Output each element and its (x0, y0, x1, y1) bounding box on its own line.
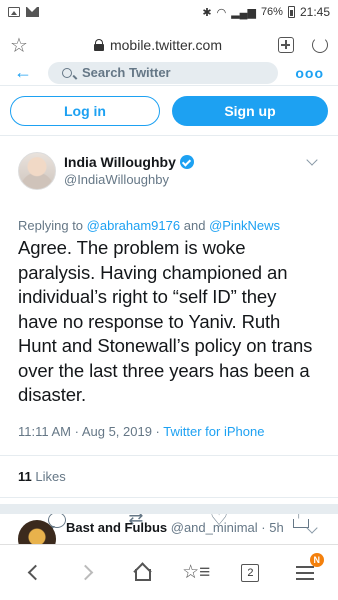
author-name-row[interactable]: India Willoughby (64, 154, 194, 170)
tweet-meta: 11:11 AM · Aug 5, 2019 · Twitter for iPh… (18, 424, 320, 439)
clock: 21:45 (299, 5, 330, 19)
next-author-name: Bast and Fulbus (66, 520, 168, 535)
star-icon[interactable]: ☆ (10, 33, 38, 58)
new-tab-icon[interactable] (278, 37, 294, 53)
likes-summary[interactable]: 11 Likes (18, 456, 320, 497)
tweet-author-row: India Willoughby @IndiaWilloughby (18, 152, 320, 196)
reply-and: and (183, 218, 206, 233)
status-bar: ✱ ◠ ▂▄▆ 76% 21:45 (0, 0, 338, 24)
avatar[interactable] (18, 152, 56, 190)
signup-button[interactable]: Sign up (172, 96, 328, 126)
section-separator (0, 504, 338, 514)
reply-mention-2[interactable]: @PinkNews (209, 218, 280, 233)
address-field[interactable]: mobile.twitter.com (38, 37, 278, 53)
replying-to: Replying to @abraham9176 and @PinkNews (18, 218, 320, 233)
tweet: India Willoughby @IndiaWilloughby Replyi… (0, 136, 338, 548)
status-right: ✱ ◠ ▂▄▆ 76% 21:45 (202, 5, 330, 19)
likes-count: 11 (18, 468, 32, 484)
back-icon[interactable] (18, 558, 48, 588)
next-tweet[interactable]: Bast and Fulbus @and_minimal · 5h (0, 514, 338, 544)
signal-icon: ▂▄▆ (231, 6, 256, 19)
reload-icon[interactable] (312, 37, 328, 53)
back-arrow-icon[interactable]: ← (14, 62, 48, 83)
auth-row: Log in Sign up (0, 96, 338, 126)
likes-label: Likes (35, 468, 66, 484)
url-text: mobile.twitter.com (109, 37, 223, 53)
menu-icon: N (295, 552, 324, 580)
bookmarks-icon[interactable]: ☆≡ (181, 558, 211, 588)
search-placeholder: Search Twitter (82, 65, 171, 80)
lock-icon (93, 39, 104, 51)
wifi-icon: ◠ (216, 6, 227, 19)
avatar[interactable] (18, 520, 56, 544)
tabs-icon: 2 (241, 563, 260, 582)
more-options-icon[interactable]: ooo (295, 65, 324, 81)
twitter-header: ← Search Twitter ooo (0, 60, 338, 86)
tweet-client[interactable]: Twitter for iPhone (163, 424, 264, 439)
next-author-handle: @and_minimal (170, 520, 258, 535)
bluetooth-icon: ✱ (202, 6, 212, 19)
mail-notification-icon (26, 7, 39, 17)
battery-percent: 76% (260, 6, 283, 18)
menu-badge: N (309, 552, 324, 567)
reply-mention-1[interactable]: @abraham9176 (87, 218, 180, 233)
chevron-down-icon[interactable] (306, 154, 318, 166)
tweet-text: Agree. The problem is woke paralysis. Ha… (18, 237, 313, 405)
tabs-button[interactable]: 2 (235, 558, 265, 588)
battery-icon (287, 6, 295, 18)
login-button[interactable]: Log in (10, 96, 160, 126)
search-icon (62, 67, 72, 78)
chevron-down-icon[interactable] (306, 522, 318, 534)
replying-prefix: Replying to (18, 218, 84, 233)
search-input[interactable]: Search Twitter (48, 61, 278, 84)
author-handle[interactable]: @IndiaWilloughby (64, 172, 194, 187)
url-actions (278, 37, 328, 53)
next-tweet-age: · 5h (261, 520, 284, 535)
tweet-timestamp[interactable]: 11:11 AM · Aug 5, 2019 · (18, 424, 163, 439)
menu-button[interactable]: N (290, 552, 324, 588)
forward-icon[interactable] (72, 558, 102, 588)
verified-badge-icon (179, 155, 194, 169)
next-tweet-header: Bast and Fulbus @and_minimal · 5h (18, 520, 320, 544)
next-tweet-author[interactable]: Bast and Fulbus @and_minimal · 5h (66, 520, 284, 535)
home-icon[interactable] (127, 558, 157, 588)
author-name[interactable]: India Willoughby (64, 154, 176, 170)
gallery-notification-icon (8, 7, 20, 17)
browser-toolbar: ☆≡ 2 N (0, 544, 338, 600)
status-left (8, 7, 39, 17)
author-names: India Willoughby @IndiaWilloughby (64, 154, 194, 187)
